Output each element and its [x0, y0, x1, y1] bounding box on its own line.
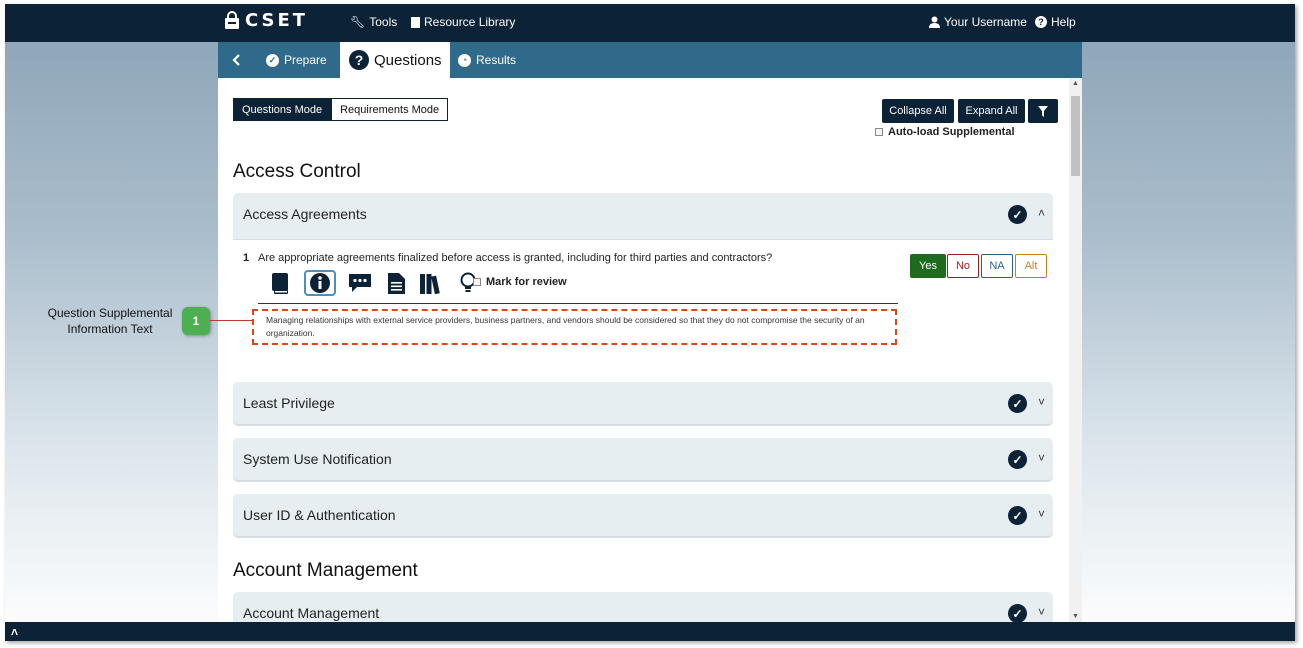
mode-toggle: Questions Mode Requirements Mode: [233, 98, 449, 121]
check-circle-icon: ✓: [1008, 394, 1027, 413]
logo-text: CSET: [245, 10, 309, 31]
tab-questions[interactable]: ? Questions: [340, 42, 450, 78]
tab-prepare[interactable]: ✓ Prepare: [266, 42, 327, 78]
bottom-bar: ˄: [5, 622, 1295, 641]
lock-icon: [225, 11, 239, 29]
supplemental-info-text: Managing relationships with external ser…: [252, 309, 897, 345]
wrench-icon: 🔧︎: [350, 15, 366, 29]
user-menu[interactable]: Your Username: [929, 15, 1027, 29]
chevron-left-icon: [232, 54, 240, 66]
question-number: 1: [243, 252, 250, 264]
question-circle-icon: ?: [1035, 16, 1047, 28]
group-header-least-privilege[interactable]: Least Privilege ✓ ˅: [233, 382, 1053, 426]
mark-for-review[interactable]: Mark for review: [473, 276, 567, 288]
user-icon: [929, 16, 940, 28]
chevron-up-icon[interactable]: ˄: [11, 625, 18, 639]
group-title: Account Management: [243, 605, 380, 621]
main-content: ✓ Prepare ? Questions ◔ Results ▲ ▼ Ques…: [218, 42, 1082, 636]
question-circle-icon: ?: [349, 50, 369, 70]
library-icon[interactable]: [420, 271, 444, 295]
callout-label: Question Supplemental Information Text: [47, 306, 173, 336]
resource-library-menu[interactable]: Resource Library: [411, 15, 515, 29]
username-label: Your Username: [944, 15, 1027, 29]
check-circle-icon: ✓: [1008, 604, 1027, 623]
top-navbar: CSET 🔧︎ Tools Resource Library Your User…: [5, 4, 1295, 42]
mark-for-review-label: Mark for review: [486, 276, 567, 288]
prepare-icon: ✓: [266, 53, 279, 67]
section-title-access-control: Access Control: [233, 161, 361, 182]
comment-icon[interactable]: [348, 271, 372, 295]
chevron-up-icon[interactable]: ˄: [1038, 206, 1045, 220]
cset-logo[interactable]: CSET: [225, 10, 308, 31]
requirements-mode-button[interactable]: Requirements Mode: [331, 98, 449, 121]
group-title: Least Privilege: [243, 395, 335, 411]
scroll-down-arrow-icon[interactable]: ▼: [1072, 613, 1079, 620]
tab-results[interactable]: ◔ Results: [458, 42, 516, 78]
tab-questions-label: Questions: [374, 51, 442, 69]
callout-badge: 1: [182, 307, 210, 335]
tools-menu[interactable]: 🔧︎ Tools: [350, 15, 397, 29]
chevron-down-icon[interactable]: ˅: [1038, 451, 1045, 465]
help-menu[interactable]: ? Help: [1035, 15, 1076, 29]
answer-yes-button[interactable]: Yes: [910, 254, 946, 278]
scroll-up-arrow-icon[interactable]: ▲: [1072, 80, 1079, 87]
results-icon: ◔: [458, 53, 471, 67]
questions-mode-button[interactable]: Questions Mode: [233, 98, 332, 121]
info-icon[interactable]: [304, 270, 336, 296]
help-label: Help: [1051, 15, 1076, 29]
answer-no-button[interactable]: No: [947, 254, 979, 278]
auto-load-supplemental[interactable]: Auto-load Supplemental: [875, 126, 1015, 138]
check-circle-icon: ✓: [1008, 205, 1027, 224]
chevron-down-icon[interactable]: ˅: [1038, 507, 1045, 521]
filter-button[interactable]: [1028, 99, 1058, 123]
check-circle-icon: ✓: [1008, 506, 1027, 525]
question-toolbar: [268, 270, 480, 296]
document-icon[interactable]: [384, 271, 408, 295]
book-icon: [411, 16, 420, 28]
answer-na-button[interactable]: NA: [981, 254, 1013, 278]
question-text: Are appropriate agreements finalized bef…: [258, 252, 773, 264]
resource-library-label: Resource Library: [424, 15, 516, 29]
group-header-user-id-authentication[interactable]: User ID & Authentication ✓ ˅: [233, 494, 1053, 538]
group-header-system-use-notification[interactable]: System Use Notification ✓ ˅: [233, 438, 1053, 482]
callout-connector: [210, 320, 252, 321]
scrollbar-thumb[interactable]: [1071, 96, 1080, 176]
back-button[interactable]: [232, 42, 246, 78]
divider: [258, 303, 898, 304]
book-icon[interactable]: [268, 271, 292, 295]
auto-load-label: Auto-load Supplemental: [888, 126, 1015, 138]
group-title: System Use Notification: [243, 451, 392, 467]
section-title-account-management: Account Management: [233, 560, 418, 581]
mark-for-review-checkbox[interactable]: [473, 278, 481, 286]
filter-icon: [1038, 105, 1048, 117]
auto-load-checkbox[interactable]: [875, 128, 883, 136]
tab-bar: ✓ Prepare ? Questions ◔ Results: [218, 42, 1082, 78]
group-title: User ID & Authentication: [243, 507, 396, 523]
chevron-down-icon[interactable]: ˅: [1038, 395, 1045, 409]
expand-all-button[interactable]: Expand All: [958, 99, 1025, 123]
tab-results-label: Results: [476, 53, 517, 67]
tab-prepare-label: Prepare: [284, 53, 327, 67]
chevron-down-icon[interactable]: ˅: [1038, 605, 1045, 619]
collapse-all-button[interactable]: Collapse All: [882, 99, 954, 123]
vertical-scrollbar[interactable]: ▲ ▼: [1069, 78, 1082, 622]
group-header-access-agreements[interactable]: Access Agreements ✓ ˄: [233, 193, 1053, 239]
check-circle-icon: ✓: [1008, 450, 1027, 469]
answer-alt-button[interactable]: Alt: [1015, 254, 1047, 278]
group-title: Access Agreements: [243, 206, 367, 222]
tools-label: Tools: [369, 15, 398, 29]
